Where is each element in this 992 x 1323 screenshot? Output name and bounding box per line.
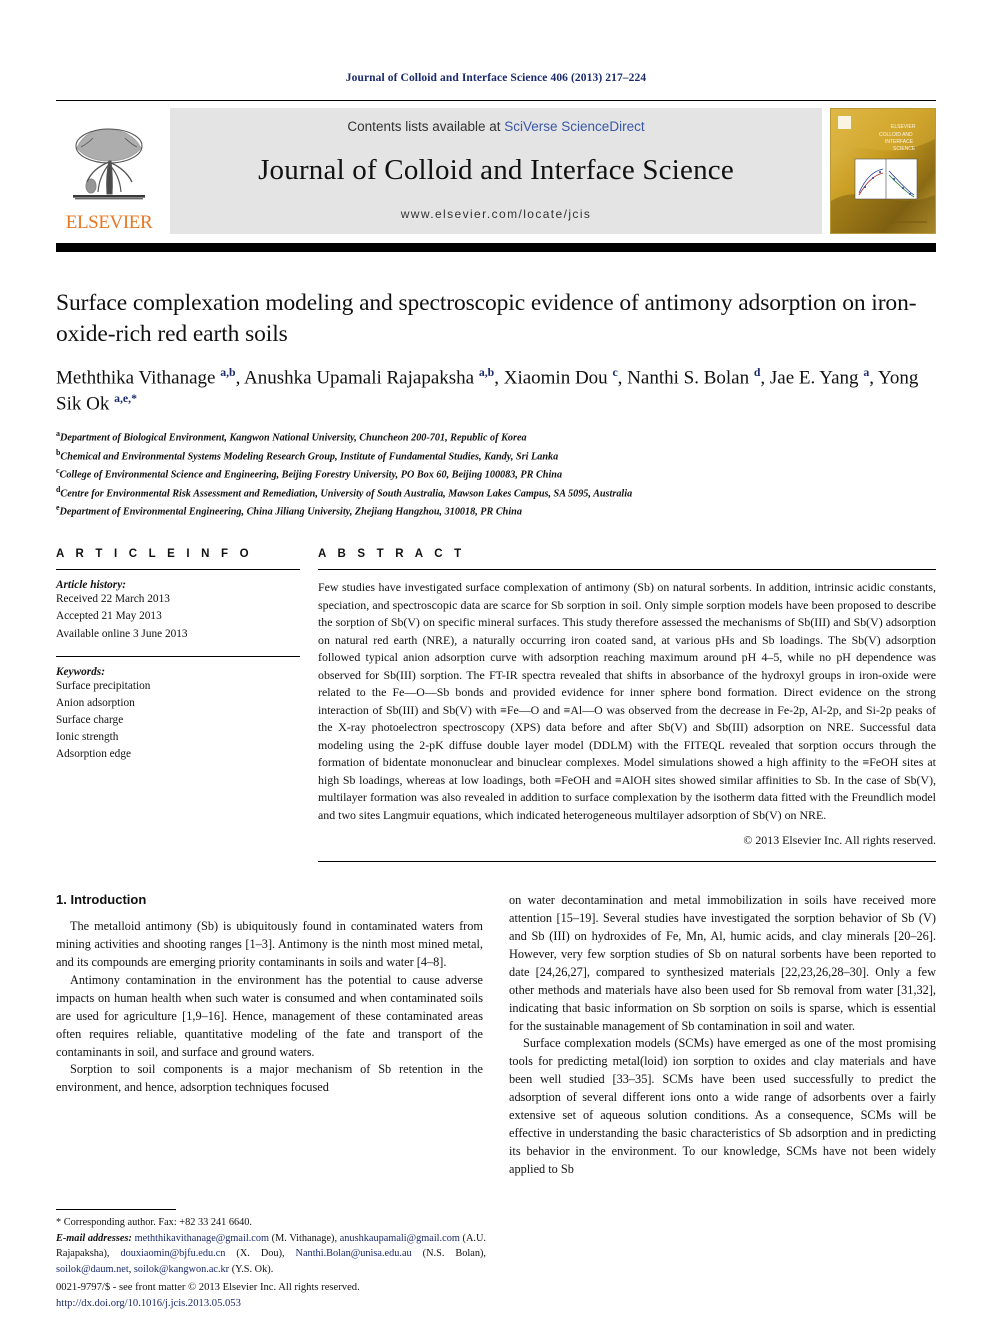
abstract-column: A B S T R A C T Few studies have investi… (318, 548, 936, 863)
corresponding-author-note: * Corresponding author. Fax: +82 33 241 … (56, 1217, 253, 1229)
article-body: 1. Introduction The metalloid antimony (… (56, 892, 936, 1178)
page-title: Surface complexation modeling and spectr… (56, 290, 917, 347)
abstract-copyright: © 2013 Elsevier Inc. All rights reserved… (743, 833, 936, 848)
body-paragraph: Sorption to soil components is a major m… (56, 1062, 483, 1095)
affiliation-item: dCentre for Environmental Risk Assessmen… (56, 484, 936, 502)
body-column-right: on water decontamination and metal immob… (509, 892, 936, 1178)
email-addresses-note: E-mail addresses: meththikavithanage@gma… (56, 1231, 486, 1277)
affiliation-item: bChemical and Environmental Systems Mode… (56, 447, 936, 465)
abstract-bottom-rule (318, 861, 936, 863)
journal-title: Journal of Colloid and Interface Science (258, 154, 734, 186)
keyword-item: Surface charge (56, 714, 124, 727)
article-history-label: Article history: (56, 579, 126, 592)
affiliation-item: eDepartment of Environmental Engineering… (56, 502, 936, 520)
issn-copyright-block: 0021-9797/$ - see front matter © 2013 El… (56, 1280, 516, 1311)
svg-text:ELSEVIER: ELSEVIER (891, 124, 916, 130)
footnote-rule (56, 1209, 176, 1211)
elsevier-logo: ELSEVIER (56, 108, 162, 234)
sciencedirect-link[interactable]: SciVerse ScienceDirect (504, 119, 644, 134)
author-list: Meththika Vithanage a,b, Anushka Upamali… (56, 366, 919, 415)
masthead-black-rule (56, 243, 936, 252)
affiliation-item: cCollege of Environmental Science and En… (56, 465, 936, 483)
abstract-rule (318, 569, 936, 571)
svg-text:SCIENCE: SCIENCE (893, 146, 916, 152)
keywords-rule (56, 655, 300, 657)
affiliation-text: Centre for Environmental Risk Assessment… (60, 487, 633, 499)
contents-prefix: Contents lists available at (347, 119, 505, 134)
footnote-block: * Corresponding author. Fax: +82 33 241 … (56, 1209, 486, 1277)
keywords-label: Keywords: (56, 665, 105, 678)
section-heading-introduction: 1. Introduction (56, 892, 147, 908)
running-head: Journal of Colloid and Interface Science… (345, 72, 647, 84)
keyword-item: Ionic strength (56, 731, 119, 744)
info-abstract-region: A R T I C L E I N F O Article history: R… (56, 548, 936, 863)
body-paragraph: on water decontamination and metal immob… (509, 893, 936, 1033)
abstract-text: Few studies have investigated surface co… (318, 580, 936, 822)
affiliation-list: aDepartment of Biological Environment, K… (56, 428, 936, 520)
journal-masthead: ELSEVIER Contents lists available at Sci… (56, 100, 936, 234)
masthead-center-panel: Contents lists available at SciVerse Sci… (170, 108, 822, 234)
abstract-heading: A B S T R A C T (318, 548, 466, 561)
svg-text:INTERFACE: INTERFACE (885, 139, 914, 145)
article-info-heading: A R T I C L E I N F O (56, 548, 253, 561)
keyword-item: Adsorption edge (56, 748, 131, 761)
email-label: E-mail addresses: (56, 1232, 132, 1244)
doi-link[interactable]: http://dx.doi.org/10.1016/j.jcis.2013.05… (56, 1296, 516, 1311)
article-history-item: Available online 3 June 2013 (56, 627, 188, 640)
article-info-rule (56, 569, 300, 571)
elsevier-tree-icon (73, 128, 145, 200)
contents-lists-line: Contents lists available at SciVerse Sci… (347, 119, 644, 134)
title-block: Surface complexation modeling and spectr… (56, 288, 936, 520)
keyword-item: Anion adsorption (56, 696, 135, 709)
article-info-column: A R T I C L E I N F O Article history: R… (56, 548, 318, 862)
keyword-item: Surface precipitation (56, 679, 151, 692)
journal-url[interactable]: www.elsevier.com/locate/jcis (401, 207, 592, 221)
affiliation-text: Chemical and Environmental Systems Model… (60, 451, 559, 463)
article-history-item: Accepted 21 May 2013 (56, 610, 162, 623)
elsevier-wordmark: ELSEVIER (65, 212, 153, 233)
affiliation-item: aDepartment of Biological Environment, K… (56, 428, 936, 446)
affiliation-text: College of Environmental Science and Eng… (59, 469, 563, 481)
body-paragraph: Surface complexation models (SCMs) have … (509, 1036, 936, 1176)
paper-page: Journal of Colloid and Interface Science… (0, 0, 992, 1323)
cover-artwork-icon: ELSEVIER COLLOID AND INTERFACE SCIENCE (831, 109, 935, 233)
issn-line: 0021-9797/$ - see front matter © 2013 El… (56, 1282, 360, 1294)
svg-text:COLLOID AND: COLLOID AND (879, 132, 913, 138)
article-history-item: Received 22 March 2013 (56, 593, 170, 606)
affiliation-text: Department of Environmental Engineering,… (59, 506, 522, 518)
body-column-left: 1. Introduction The metalloid antimony (… (56, 892, 483, 1178)
journal-cover-thumbnail: ELSEVIER COLLOID AND INTERFACE SCIENCE (830, 108, 936, 234)
body-paragraph: The metalloid antimony (Sb) is ubiquitou… (56, 919, 483, 970)
body-paragraph: Antimony contamination in the environmen… (56, 972, 483, 1059)
affiliation-text: Department of Biological Environment, Ka… (59, 432, 527, 444)
